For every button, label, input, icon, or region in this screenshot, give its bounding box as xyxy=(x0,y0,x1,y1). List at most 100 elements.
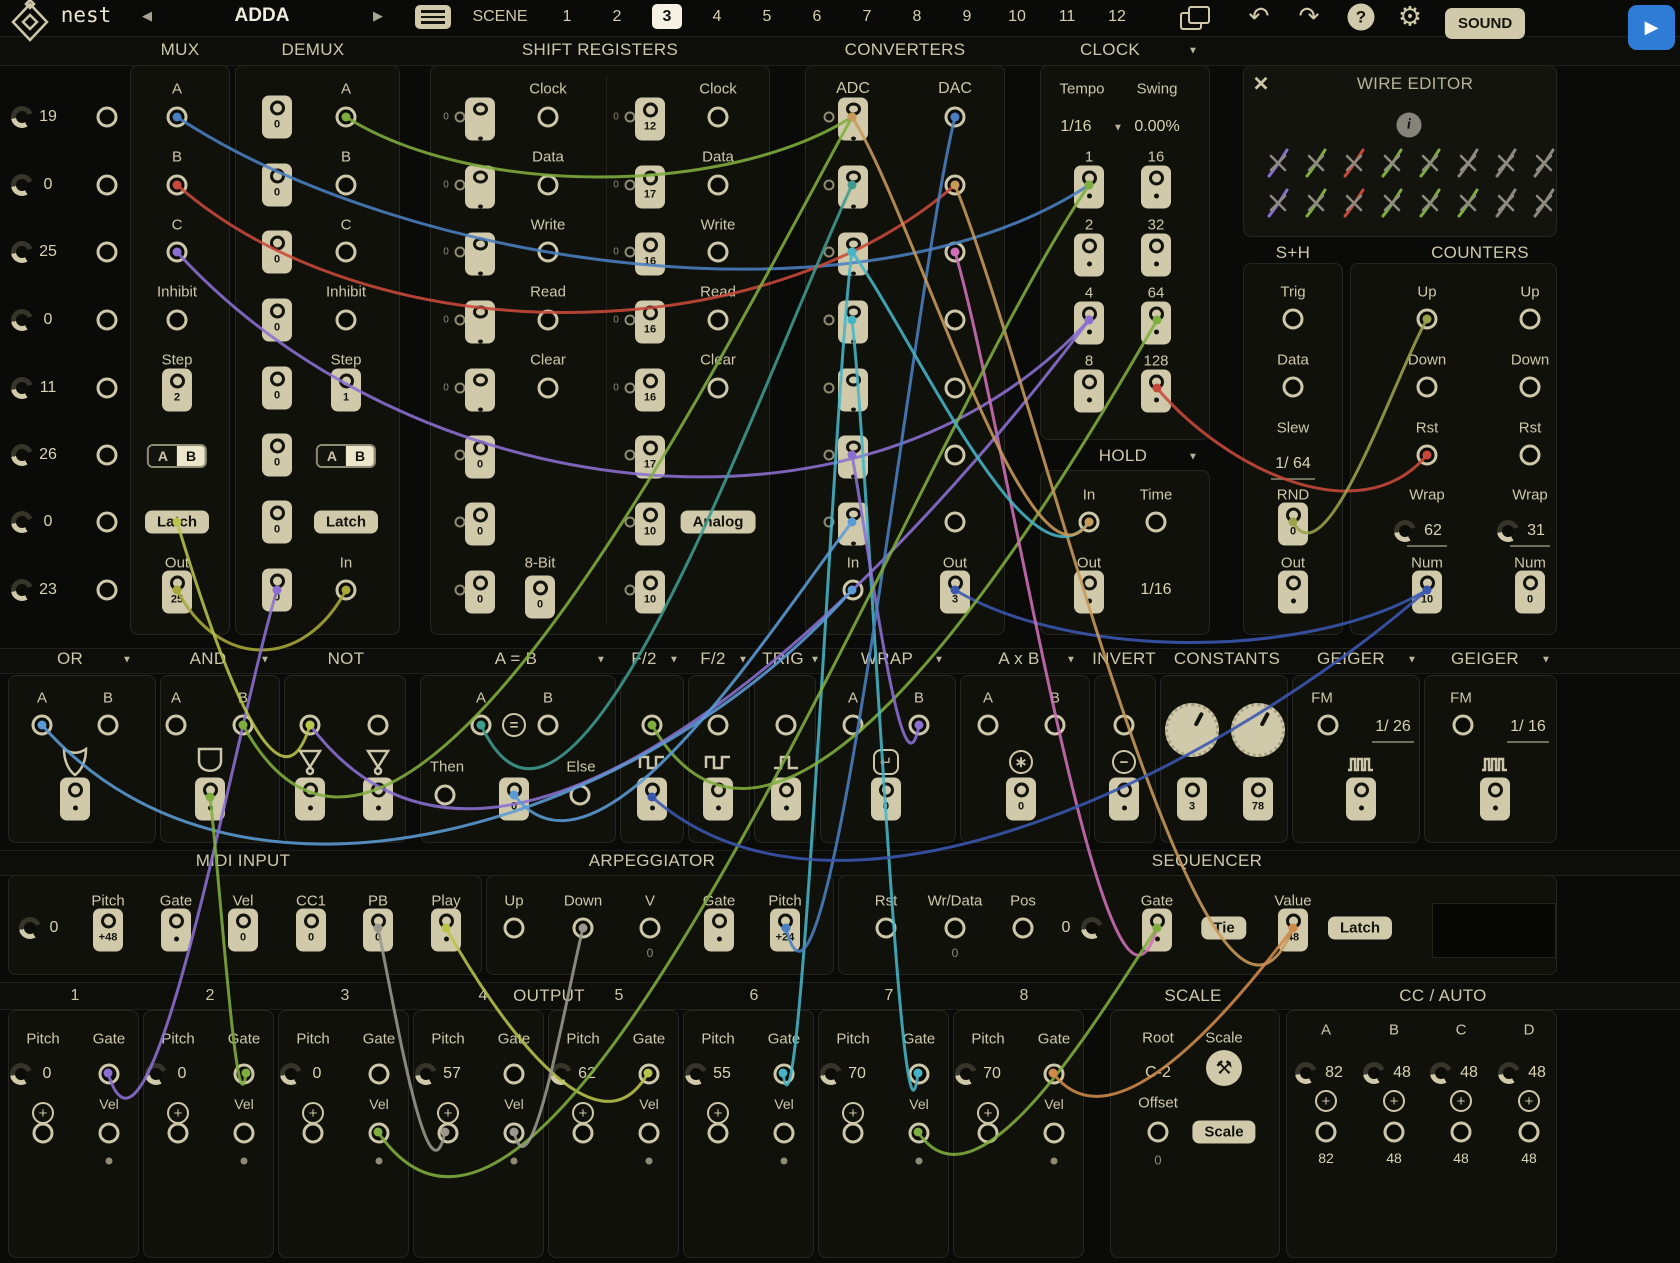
swing-value[interactable]: 0.00% xyxy=(1134,118,1179,136)
pitch-knob[interactable] xyxy=(280,1063,302,1085)
demux-toggle-a[interactable]: A xyxy=(318,446,346,466)
cc-jack[interactable] xyxy=(1519,1122,1540,1143)
wire-delete-icon[interactable] xyxy=(1342,146,1366,180)
wire-delete-icon[interactable] xyxy=(1532,146,1556,180)
shift-a-write-jack[interactable] xyxy=(538,242,559,263)
demux-a-jack[interactable] xyxy=(336,107,357,128)
shift-stage-jack[interactable] xyxy=(465,301,495,344)
and-b-jack[interactable] xyxy=(233,715,254,736)
seq-knob[interactable] xyxy=(1081,917,1103,939)
cc-knob[interactable] xyxy=(1295,1062,1317,1084)
shift-side-jack[interactable] xyxy=(455,315,466,326)
shift-stage-jack[interactable] xyxy=(465,369,495,412)
pitch-knob[interactable] xyxy=(550,1063,572,1085)
shift-b-analog-button[interactable]: Analog xyxy=(681,511,756,534)
pitch-offset-jack[interactable]: + xyxy=(572,1102,594,1124)
geiger1-dropdown-icon[interactable]: ▼ xyxy=(1407,655,1417,666)
shift-side-jack[interactable] xyxy=(625,517,636,528)
midi-play-jack[interactable] xyxy=(431,909,461,952)
sh-slew-slider[interactable] xyxy=(1271,478,1315,480)
arp-up-jack[interactable] xyxy=(504,918,525,939)
scene-button[interactable]: 7 xyxy=(852,4,882,29)
wire-delete-icon[interactable] xyxy=(1456,186,1480,220)
scene-button[interactable]: 11 xyxy=(1052,4,1082,29)
gate-jack[interactable] xyxy=(1044,1064,1065,1085)
shift-stage-jack[interactable] xyxy=(465,98,495,141)
pitch-offset-jack[interactable]: + xyxy=(437,1102,459,1124)
demux-out-jack[interactable]: 0 xyxy=(262,367,292,410)
constant2-out-jack[interactable]: 78 xyxy=(1243,778,1273,821)
midi-knob[interactable] xyxy=(19,917,41,939)
pitch-knob[interactable] xyxy=(955,1063,977,1085)
shift-stage-jack[interactable]: 16 xyxy=(635,369,665,412)
pitch-cv-jack[interactable] xyxy=(573,1123,594,1144)
adc-side-jack[interactable] xyxy=(824,112,835,123)
tempo-value[interactable]: 1/16 xyxy=(1060,118,1091,136)
midi-cc1-jack[interactable]: 0 xyxy=(296,909,326,952)
scale-root-value[interactable]: C-2 xyxy=(1145,1064,1171,1082)
undo-icon[interactable]: ↶ xyxy=(1249,5,1270,30)
counter2-wrap-knob[interactable] xyxy=(1497,520,1519,542)
shift-side-jack[interactable] xyxy=(625,247,636,258)
shift-b-read-jack[interactable] xyxy=(708,310,729,331)
scene-button[interactable]: 2 xyxy=(602,4,632,29)
scene-copy-icon[interactable] xyxy=(1180,6,1210,28)
shift-side-jack[interactable] xyxy=(455,585,466,596)
shift-side-jack[interactable] xyxy=(625,315,636,326)
wire-editor-close-icon[interactable]: ✕ xyxy=(1253,72,1270,97)
wire-delete-icon[interactable] xyxy=(1342,186,1366,220)
shift-a-data-jack[interactable] xyxy=(538,175,559,196)
shift-stage-jack[interactable] xyxy=(465,166,495,209)
scene-button[interactable]: 1 xyxy=(552,4,582,29)
cc-knob[interactable] xyxy=(1498,1062,1520,1084)
shift-stage-jack[interactable]: 16 xyxy=(635,233,665,276)
input-knob[interactable] xyxy=(11,377,33,399)
f2a-dropdown-icon[interactable]: ▼ xyxy=(669,655,679,666)
shift-b-write-jack[interactable] xyxy=(708,242,729,263)
not2-in-jack[interactable] xyxy=(368,715,389,736)
mux-b-jack[interactable] xyxy=(167,175,188,196)
gate-jack[interactable] xyxy=(369,1064,390,1085)
geiger1-rate-value[interactable]: 1/ 26 xyxy=(1375,718,1411,736)
hold-dropdown-icon[interactable]: ▼ xyxy=(1188,452,1198,463)
demux-b-jack[interactable] xyxy=(336,175,357,196)
wrap-dropdown-icon[interactable]: ▼ xyxy=(934,655,944,666)
not2-out-jack[interactable] xyxy=(363,778,393,821)
midi-vel-jack[interactable]: 0 xyxy=(228,909,258,952)
division-jack[interactable] xyxy=(1141,166,1171,209)
dac-out-jack[interactable]: 3 xyxy=(940,571,970,614)
axb-b-jack[interactable] xyxy=(1045,715,1066,736)
scene-button[interactable]: 5 xyxy=(752,4,782,29)
scale-tools-icon[interactable]: ⚒ xyxy=(1206,1050,1242,1086)
geiger1-fm-jack[interactable] xyxy=(1318,715,1339,736)
mux-inhibit-jack[interactable] xyxy=(167,310,188,331)
dac-bit-jack[interactable] xyxy=(945,378,966,399)
input-jack[interactable] xyxy=(97,580,118,601)
sound-button[interactable]: SOUND xyxy=(1445,8,1525,39)
demux-c-jack[interactable] xyxy=(336,242,357,263)
demux-out-jack[interactable]: 0 xyxy=(262,569,292,612)
input-jack[interactable] xyxy=(97,175,118,196)
gate-jack[interactable] xyxy=(504,1064,525,1085)
not1-in-jack[interactable] xyxy=(300,715,321,736)
division-jack[interactable] xyxy=(1141,234,1171,277)
mux-a-jack[interactable] xyxy=(167,107,188,128)
demux-step-jack[interactable]: 1 xyxy=(331,369,361,412)
demux-out-jack[interactable]: 0 xyxy=(262,501,292,544)
or-a-jack[interactable] xyxy=(32,715,53,736)
seq-latch-button[interactable]: Latch xyxy=(1328,917,1392,940)
sh-data-jack[interactable] xyxy=(1283,377,1304,398)
scene-button[interactable]: 6 xyxy=(802,4,832,29)
patch-prev-icon[interactable]: ◀ xyxy=(142,8,152,24)
mux-toggle-a[interactable]: A xyxy=(149,446,177,466)
seq-gate-jack[interactable] xyxy=(1142,909,1172,952)
pitch-offset-jack[interactable]: + xyxy=(167,1102,189,1124)
input-knob[interactable] xyxy=(11,579,33,601)
hold-out-jack[interactable] xyxy=(1074,571,1104,614)
counter1-up-jack[interactable] xyxy=(1417,309,1438,330)
demux-out-jack[interactable]: 0 xyxy=(262,299,292,342)
shift-side-jack[interactable] xyxy=(625,585,636,596)
mux-step-jack[interactable]: 2 xyxy=(162,369,192,412)
mux-latch-button[interactable]: Latch xyxy=(145,511,209,534)
vel-jack[interactable] xyxy=(99,1123,120,1144)
